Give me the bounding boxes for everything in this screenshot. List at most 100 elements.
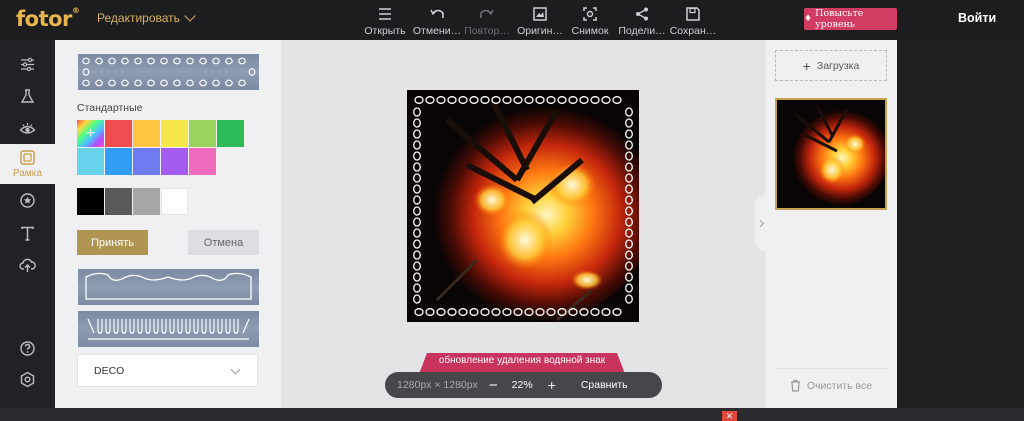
trash-icon [790, 379, 800, 392]
undo-label: Отмени… [412, 25, 462, 37]
cloud-upload-icon [19, 258, 36, 272]
share-label: Подели… [618, 25, 666, 37]
compare-button[interactable]: Сравнить [581, 379, 628, 391]
original-image-icon [533, 7, 547, 21]
zoom-out-button[interactable]: − [489, 377, 498, 394]
snapshot-icon [583, 7, 597, 21]
rail-item-cloud[interactable] [0, 249, 55, 281]
image-library-panel: + Загрузка Очистить все [765, 40, 897, 408]
rail-item-frame[interactable]: Рамка [0, 144, 55, 184]
tool-rail: Рамка [0, 40, 55, 408]
upgrade-label: Повысьте уровень [815, 8, 864, 30]
color-swatch[interactable] [217, 120, 244, 147]
color-swatch[interactable] [189, 120, 216, 147]
frame-category-value: DECO [94, 364, 125, 377]
color-swatch[interactable] [133, 148, 160, 175]
edit-menu-label: Редактировать [97, 11, 180, 25]
fire-photo-image [407, 90, 639, 322]
original-label: Оригин… [517, 25, 563, 37]
fire-thumbnail-image [777, 100, 885, 208]
original-button[interactable]: Оригин… [512, 4, 568, 38]
color-swatch[interactable] [133, 120, 160, 147]
rail-item-effects[interactable] [0, 80, 55, 112]
circle-frame-preview [82, 57, 256, 87]
redo-button[interactable]: Повтор… [459, 4, 515, 38]
bottom-strip [0, 408, 1024, 421]
frame-panel: Стандартные + Принять Отмена DECO [55, 40, 281, 408]
eye-icon [19, 122, 36, 134]
clear-all-button[interactable]: Очистить все [775, 368, 887, 402]
open-button[interactable]: Открыть [357, 4, 413, 38]
color-swatch[interactable] [161, 188, 188, 215]
open-label: Открыть [364, 25, 406, 37]
right-margin [897, 40, 1024, 408]
redo-icon [480, 9, 494, 18]
rail-item-text[interactable] [0, 217, 55, 249]
share-button[interactable]: Подели… [614, 4, 670, 38]
chevron-down-icon [230, 364, 241, 375]
settings-icon [20, 371, 35, 387]
upgrade-button[interactable]: ♦ Повысьте уровень [804, 8, 897, 30]
zoom-in-button[interactable]: + [548, 377, 556, 393]
flask-icon [20, 88, 35, 103]
color-swatch[interactable] [105, 188, 132, 215]
color-swatch[interactable] [161, 148, 188, 175]
frame-thumbnail-scallop[interactable] [78, 269, 259, 305]
login-button[interactable]: Войти [958, 11, 996, 25]
scallop-frame-preview [85, 272, 252, 300]
zoom-bar: 1280px × 1280px − 22% + Сравнить [385, 372, 662, 398]
canvas-area: обновление удаления водяной знак 1280px … [281, 40, 765, 408]
upload-label: Загрузка [816, 59, 860, 72]
rail-item-stickers[interactable] [0, 184, 55, 216]
rail-item-settings[interactable] [0, 363, 55, 395]
zoom-level: 22% [511, 379, 533, 391]
watermark-banner[interactable]: обновление удаления водяной знак [419, 355, 625, 366]
edited-photo[interactable] [407, 90, 639, 322]
star-badge-icon [20, 192, 35, 208]
image-thumbnail[interactable] [775, 98, 887, 210]
snapshot-label: Снимок [571, 25, 609, 37]
rail-frame-label: Рамка [13, 168, 42, 179]
top-bar: fotor® Редактировать Открыть Отмени… Пов… [0, 0, 1024, 40]
cancel-button[interactable]: Отмена [188, 230, 259, 255]
save-label: Сохран… [669, 25, 717, 37]
snapshot-button[interactable]: Снимок [562, 4, 618, 38]
frame-thumbnail-circles[interactable] [78, 54, 259, 90]
menu-icon [379, 8, 391, 20]
undo-button[interactable]: Отмени… [409, 4, 465, 38]
rail-item-adjust[interactable] [0, 48, 55, 80]
frame-category-select[interactable]: DECO [77, 354, 258, 387]
undo-icon [430, 9, 444, 18]
rail-item-beauty[interactable] [0, 113, 55, 145]
accept-button[interactable]: Принять [77, 230, 148, 255]
color-swatch[interactable] [105, 148, 132, 175]
frame-thumbnail-loops[interactable] [78, 311, 259, 347]
save-button[interactable]: Сохран… [665, 4, 721, 38]
image-dimensions: 1280px × 1280px [397, 379, 478, 391]
color-swatch[interactable] [77, 148, 104, 175]
fotor-logo[interactable]: fotor® [16, 6, 80, 31]
upload-button[interactable]: + Загрузка [775, 50, 887, 81]
color-swatch[interactable] [133, 188, 160, 215]
color-swatch[interactable] [161, 120, 188, 147]
color-section-title: Стандартные [77, 102, 143, 114]
chevron-down-icon [184, 10, 196, 22]
color-swatch[interactable] [189, 148, 216, 175]
loops-frame-preview [87, 318, 250, 340]
diamond-icon: ♦ [804, 14, 813, 24]
edit-menu-dropdown[interactable]: Редактировать [97, 10, 196, 25]
text-icon [21, 226, 34, 241]
logo-mark: ® [71, 6, 80, 15]
color-swatch[interactable] [105, 120, 132, 147]
color-swatch[interactable] [77, 188, 104, 215]
rail-item-help[interactable] [0, 332, 55, 364]
share-icon [636, 7, 648, 21]
logo-text: fotor [16, 7, 72, 31]
help-icon [20, 340, 35, 356]
frame-icon [20, 150, 35, 165]
close-icon[interactable]: ✕ [722, 411, 737, 421]
custom-color-picker[interactable]: + [77, 120, 104, 147]
clear-all-label: Очистить все [806, 379, 873, 392]
fotor-editor: fotor® Редактировать Открыть Отмени… Пов… [0, 0, 1024, 421]
plus-icon: + [802, 57, 811, 74]
